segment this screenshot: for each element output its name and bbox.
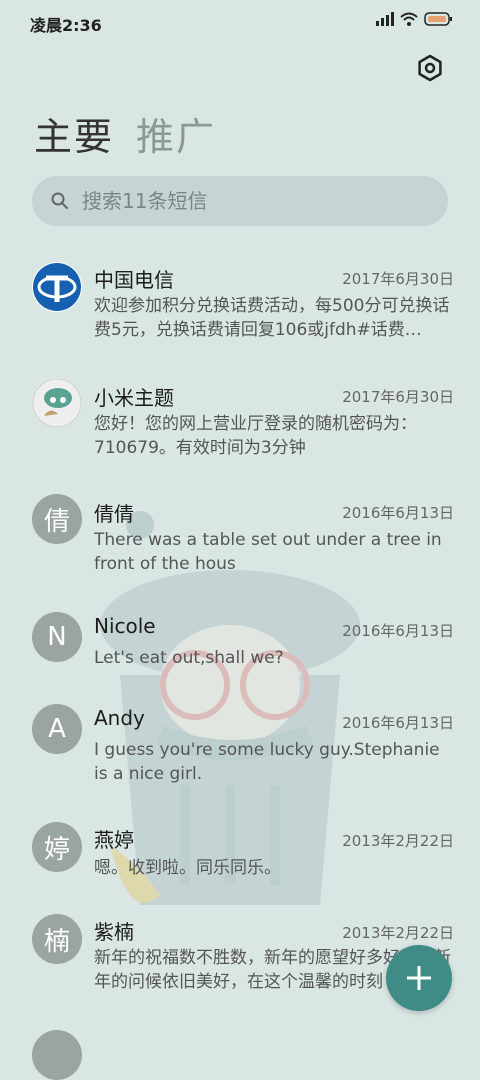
plus-icon [407, 966, 431, 990]
china-telecom-logo-icon [33, 263, 81, 311]
message-date: 2013年2月22日 [342, 832, 454, 850]
message-preview: I guess you're some lucky guy.Stephanie … [94, 740, 440, 784]
list-item[interactable]: 倩 倩倩 2016年6月13日 There was a table set ou… [0, 494, 480, 594]
wifi-icon [400, 12, 418, 26]
xiaomi-theme-mascot-icon [32, 378, 82, 428]
avatar [32, 378, 82, 428]
search-icon [51, 192, 68, 209]
avatar [32, 262, 82, 312]
search-input[interactable] [80, 188, 424, 214]
message-preview: Let's eat out,shall we? [94, 648, 284, 668]
list-item[interactable]: 小米主题 2017年6月30日 您好！您的网上营业厅登录的随机密码为：71067… [0, 378, 480, 478]
tab-bar: 主要 推广 [34, 106, 216, 161]
list-item[interactable]: N Nicole 2016年6月13日 Let's eat out,shall … [0, 612, 480, 692]
contact-name: 小米主题 [94, 386, 174, 410]
status-icons [376, 12, 452, 26]
new-message-button[interactable] [386, 945, 452, 1011]
contact-name: Nicole [94, 614, 156, 638]
message-date: 2017年6月30日 [342, 270, 454, 288]
status-time: 凌晨2:36 [30, 16, 102, 35]
list-item[interactable] [0, 1030, 480, 1080]
list-item[interactable]: 中国电信 2017年6月30日 欢迎参加积分兑换话费活动，每500分可兑换话费5… [0, 260, 480, 360]
status-bar: 凌晨2:36 [0, 0, 480, 44]
tab-primary[interactable]: 主要 [34, 106, 114, 161]
contact-name: 倩倩 [94, 502, 134, 526]
message-date: 2016年6月13日 [342, 622, 454, 640]
message-date: 2013年2月22日 [342, 924, 454, 942]
signal-icon [376, 12, 394, 26]
list-item[interactable]: 婷 燕婷 2013年2月22日 嗯。收到啦。同乐同乐。 [0, 822, 480, 902]
message-date: 2016年6月13日 [342, 714, 454, 732]
contact-name: 中国电信 [94, 268, 174, 292]
message-date: 2017年6月30日 [342, 388, 454, 406]
avatar [32, 1030, 82, 1080]
message-preview: 嗯。收到啦。同乐同乐。 [94, 858, 281, 878]
contact-name: Andy [94, 706, 145, 730]
settings-icon[interactable] [414, 52, 446, 84]
message-date: 2016年6月13日 [342, 504, 454, 522]
avatar: 楠 [32, 914, 82, 964]
contact-name: 紫楠 [94, 920, 134, 944]
tab-promo[interactable]: 推广 [136, 106, 216, 161]
message-preview: There was a table set out under a tree i… [94, 530, 442, 574]
avatar: 倩 [32, 494, 82, 544]
avatar: 婷 [32, 822, 82, 872]
search-bar[interactable] [32, 176, 448, 226]
battery-icon [424, 12, 452, 26]
list-item[interactable]: A Andy 2016年6月13日 I guess you're some lu… [0, 704, 480, 804]
contact-name: 燕婷 [94, 828, 134, 852]
avatar: N [32, 612, 82, 662]
message-preview: 欢迎参加积分兑换话费活动，每500分可兑换话费5元，兑换话费请回复106或jfd… [94, 296, 450, 340]
avatar: A [32, 704, 82, 754]
message-preview: 您好！您的网上营业厅登录的随机密码为：710679。有效时间为3分钟 [94, 414, 417, 458]
